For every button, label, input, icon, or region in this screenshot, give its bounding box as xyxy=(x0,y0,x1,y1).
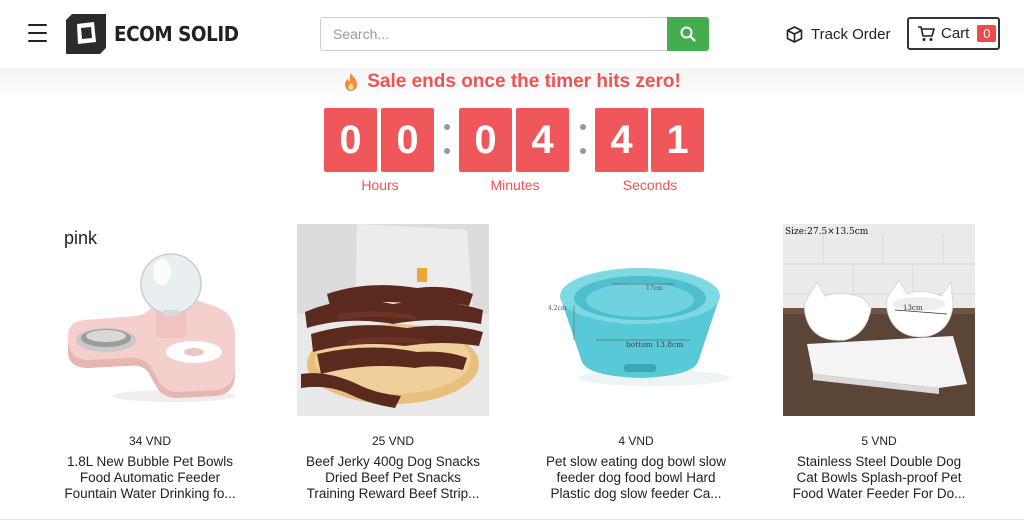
product-name-line: Stainless Steel Double Dog xyxy=(796,454,962,469)
product-name[interactable]: 1.8L New Bubble Pet Bowls Food Automatic… xyxy=(45,454,255,502)
product-name-line: 1.8L New Bubble Pet Bowls xyxy=(66,454,234,469)
product-name-line: Food Water Feeder For Do... xyxy=(792,486,966,501)
countdown-timer: 0 0 0 4 4 1 xyxy=(0,108,1024,172)
logo[interactable]: ECOM SOLID xyxy=(66,13,249,55)
hours-tens-digit: 0 xyxy=(324,108,377,172)
product-photo xyxy=(297,224,489,416)
product-name[interactable]: Stainless Steel Double Dog Cat Bowls Spl… xyxy=(774,454,984,502)
product-image-label: Size:27.5×13.5cm xyxy=(785,227,869,237)
track-order-link[interactable]: Track Order xyxy=(786,24,890,44)
svg-text:bottom 13.8cm: bottom 13.8cm xyxy=(626,340,683,349)
minutes-tens-digit: 0 xyxy=(459,108,512,172)
product-name-line: Food Automatic Feeder xyxy=(79,470,221,485)
seconds-tens-digit: 4 xyxy=(595,108,648,172)
search-input[interactable] xyxy=(320,17,667,51)
product-price: 34 VND xyxy=(128,434,172,448)
hours-ones-digit: 0 xyxy=(381,108,434,172)
hours-label: Hours xyxy=(361,177,399,193)
site-header: ECOM SOLID Track Order Cart 0 xyxy=(0,0,1024,68)
cart-button[interactable]: Cart 0 xyxy=(907,17,1000,50)
product-image[interactable]: 13cm Size:27.5×13.5cm xyxy=(783,224,975,416)
seconds-ones-digit: 1 xyxy=(651,108,704,172)
menu-icon[interactable] xyxy=(28,24,47,44)
package-icon xyxy=(786,25,803,43)
product-name-line: Pet slow eating dog bowl slow xyxy=(545,454,727,469)
cart-count-badge: 0 xyxy=(977,25,997,42)
product-image[interactable] xyxy=(297,224,489,416)
svg-text:4.2cm: 4.2cm xyxy=(548,305,567,312)
logo-text: ECOM SOLID xyxy=(114,22,239,46)
product-name[interactable]: Pet slow eating dog bowl slow feeder dog… xyxy=(531,454,741,502)
timer-separator xyxy=(580,124,586,154)
product-price: 25 VND xyxy=(371,434,415,448)
product-card[interactable]: pink 34 VND 1.8L New Bubble Pet Bowls Fo… xyxy=(54,224,246,501)
product-name-line: Beef Jerky 400g Dog Snacks xyxy=(305,454,481,469)
svg-text:17cm: 17cm xyxy=(646,285,663,292)
product-card[interactable]: 25 VND Beef Jerky 400g Dog Snacks Dried … xyxy=(297,224,489,501)
product-photo: pink xyxy=(54,224,246,416)
logo-icon xyxy=(66,14,106,54)
search-button[interactable] xyxy=(667,17,709,51)
search-bar xyxy=(320,17,709,51)
search-icon xyxy=(680,26,696,42)
fire-icon xyxy=(345,73,358,91)
product-price: 4 VND xyxy=(618,434,654,448)
product-name-line: Dried Beef Pet Snacks xyxy=(325,470,461,485)
minutes-ones-digit: 4 xyxy=(516,108,569,172)
product-photo: 13cm Size:27.5×13.5cm xyxy=(783,224,975,416)
minutes-label: Minutes xyxy=(490,177,540,193)
product-image-label: pink xyxy=(64,228,98,248)
product-photo: 4.2cm 17cm bottom 13.8cm xyxy=(540,224,732,416)
product-name-line: Plastic dog slow feeder Ca... xyxy=(550,486,722,501)
product-name-line: Training Reward Beef Strip... xyxy=(306,486,480,501)
cart-label: Cart xyxy=(941,25,970,42)
product-image[interactable]: 4.2cm 17cm bottom 13.8cm xyxy=(540,224,732,416)
product-card[interactable]: 13cm Size:27.5×13.5cm 5 VND Stainless St… xyxy=(783,224,975,501)
sale-title: Sale ends once the timer hits zero! xyxy=(367,71,681,92)
product-image[interactable]: pink xyxy=(54,224,246,416)
product-name-line: Cat Bowls Splash-proof Pet xyxy=(796,470,962,485)
product-name[interactable]: Beef Jerky 400g Dog Snacks Dried Beef Pe… xyxy=(288,454,498,502)
product-name-line: feeder dog food bowl Hard xyxy=(556,470,716,485)
product-name-line: Fountain Water Drinking fo... xyxy=(64,486,236,501)
product-card[interactable]: 4.2cm 17cm bottom 13.8cm 4 VND Pet slow … xyxy=(540,224,732,501)
sale-banner: Sale ends once the timer hits zero! xyxy=(0,71,1024,93)
product-price: 5 VND xyxy=(861,434,897,448)
svg-text:13cm: 13cm xyxy=(903,304,923,312)
seconds-label: Seconds xyxy=(622,177,678,193)
divider xyxy=(0,519,1024,520)
track-order-label: Track Order xyxy=(811,25,891,43)
timer-separator xyxy=(444,124,450,154)
cart-icon xyxy=(918,26,935,41)
